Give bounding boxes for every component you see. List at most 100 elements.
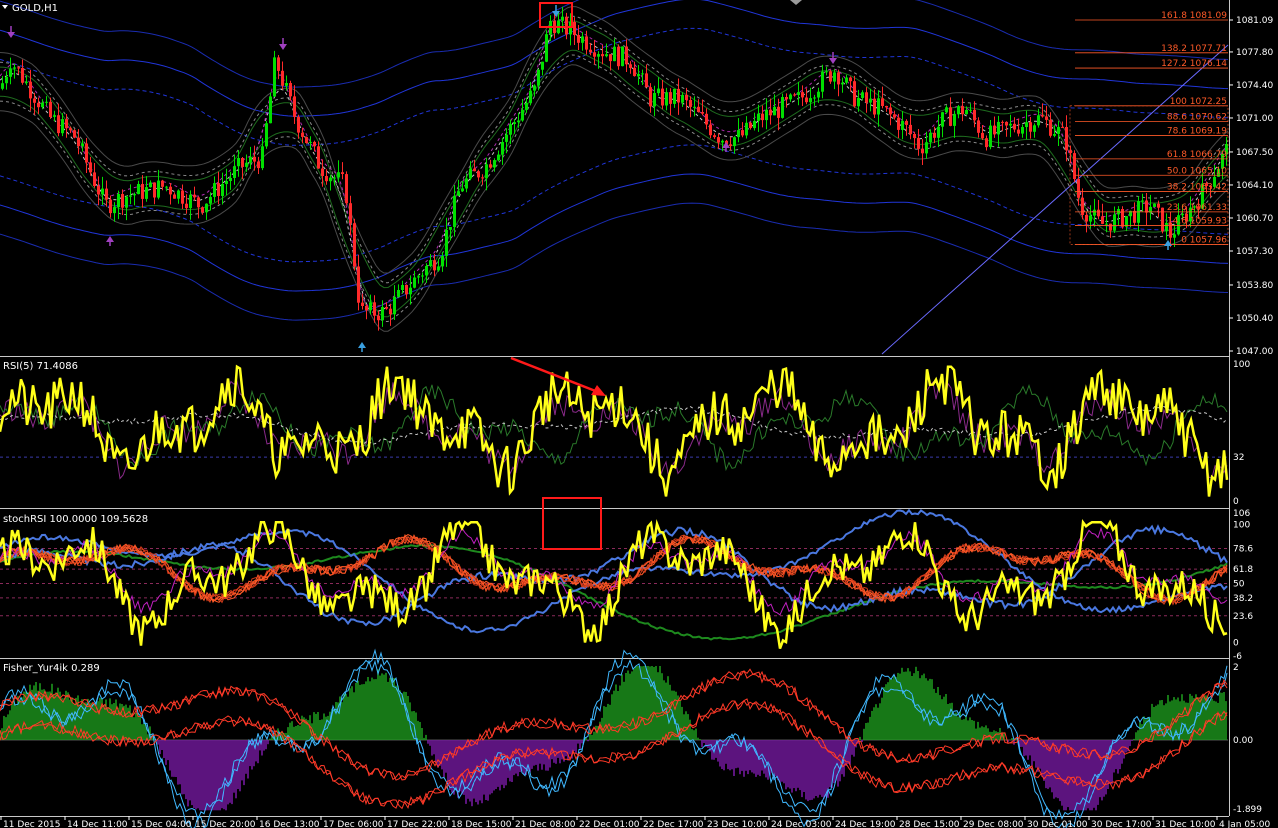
candle-body [1009,123,1012,126]
candle-body [609,54,612,62]
candle-body [913,134,916,138]
candle-body [429,260,432,266]
trading-chart[interactable]: 161.8 1081.09 138.2 1077.71 127.2 1076.14 1… [0,0,1278,828]
candle-body [717,137,720,143]
candle-body [633,67,636,77]
candle-body [509,124,512,135]
candle-body [1089,215,1092,222]
price-tick-label: 1067.50 [1236,148,1273,158]
candle-body [373,302,376,316]
candle-body [617,46,620,67]
candle-body [961,106,964,115]
candle-body [1097,209,1100,217]
stoch-tick-label: 61.8 [1233,565,1253,575]
candle-body [817,91,820,98]
candle-body [441,255,444,267]
fisher-tick-label: -1.899 [1233,805,1262,815]
candle-body [1045,116,1048,120]
candle-body [73,130,76,138]
fib-level-label: 14.6 1059.93 [1167,216,1227,226]
candle-body [173,194,176,199]
candle-body [705,113,708,125]
fib-level-label: 161.8 1081.09 [1161,11,1227,21]
candle-body [369,302,372,311]
candle-body [213,183,216,197]
candle-body [93,172,96,186]
candle-body [653,93,656,107]
time-tick-label: 28 Dec 15:00 [899,820,960,828]
candle-body [641,73,644,75]
candle-body [1145,200,1148,213]
candle-body [573,21,576,35]
time-tick-label: 17 Dec 22:00 [387,820,448,828]
candle-body [1053,134,1056,136]
candle-body [1069,150,1072,154]
time-tick-label: 22 Dec 17:00 [643,820,704,828]
candle-body [669,92,672,104]
candle-body [1057,126,1060,134]
candle-body [25,81,28,83]
candle-body [245,162,248,167]
candle-body [61,119,64,134]
candle-body [765,109,768,121]
candle-body [1061,126,1064,128]
candle-body [309,141,312,143]
price-tick-label: 1077.80 [1236,48,1273,58]
svg-text:GOLD,H1: GOLD,H1 [12,3,58,14]
candle-body [525,102,528,110]
candle-body [797,92,800,95]
candle-body [1049,119,1052,136]
candle-body [377,315,380,321]
candle-body [729,144,732,147]
candle-body [421,275,424,277]
candle-body [1153,203,1156,207]
candle-body [521,109,524,121]
candle-body [881,98,884,106]
candle-body [537,69,540,86]
candle-body [821,71,824,92]
time-tick-label: 24 Dec 03:00 [771,820,832,828]
candle-body [1093,209,1096,216]
stoch-tick-label: 100 [1233,520,1250,530]
candle-body [505,134,508,142]
candle-body [1037,115,1040,126]
time-tick-label: 30 Dec 17:00 [1091,820,1152,828]
candle-body [985,138,988,148]
candle-body [953,114,956,126]
candle-body [737,130,740,138]
candle-body [141,184,144,199]
candle-body [433,260,436,271]
fib-level-label: 38.2 1063.42 [1167,183,1227,193]
candle-body [601,54,604,57]
candle-body [1101,216,1104,224]
candle-body [861,92,864,98]
candle-body [49,101,52,117]
candle-body [161,180,164,187]
candle-body [145,187,148,199]
candle-body [909,124,912,135]
candle-body [1173,234,1176,238]
candle-body [957,106,960,115]
candle-body [457,191,460,196]
candle-body [389,308,392,315]
price-tick-label: 1064.10 [1236,181,1273,191]
fib-level-label: 138.2 1077.71 [1161,44,1227,54]
candle-body [233,166,236,178]
candle-body [757,113,760,121]
candle-body [941,112,944,127]
candle-body [477,171,480,178]
candle-body [53,115,56,117]
candle-body [497,154,500,161]
stoch-tick-label: 78.6 [1233,545,1253,555]
fisher-tick-label: 2 [1233,663,1239,673]
candle-body [321,168,324,176]
candle-body [257,161,260,169]
time-tick-label: 24 Dec 19:00 [835,820,896,828]
candle-body [629,64,632,68]
time-tick-label: 14 Dec 11:00 [67,820,128,828]
candle-body [517,120,520,123]
candle-body [5,76,8,84]
candle-body [761,113,764,121]
candle-body [893,114,896,118]
candle-body [857,98,860,107]
